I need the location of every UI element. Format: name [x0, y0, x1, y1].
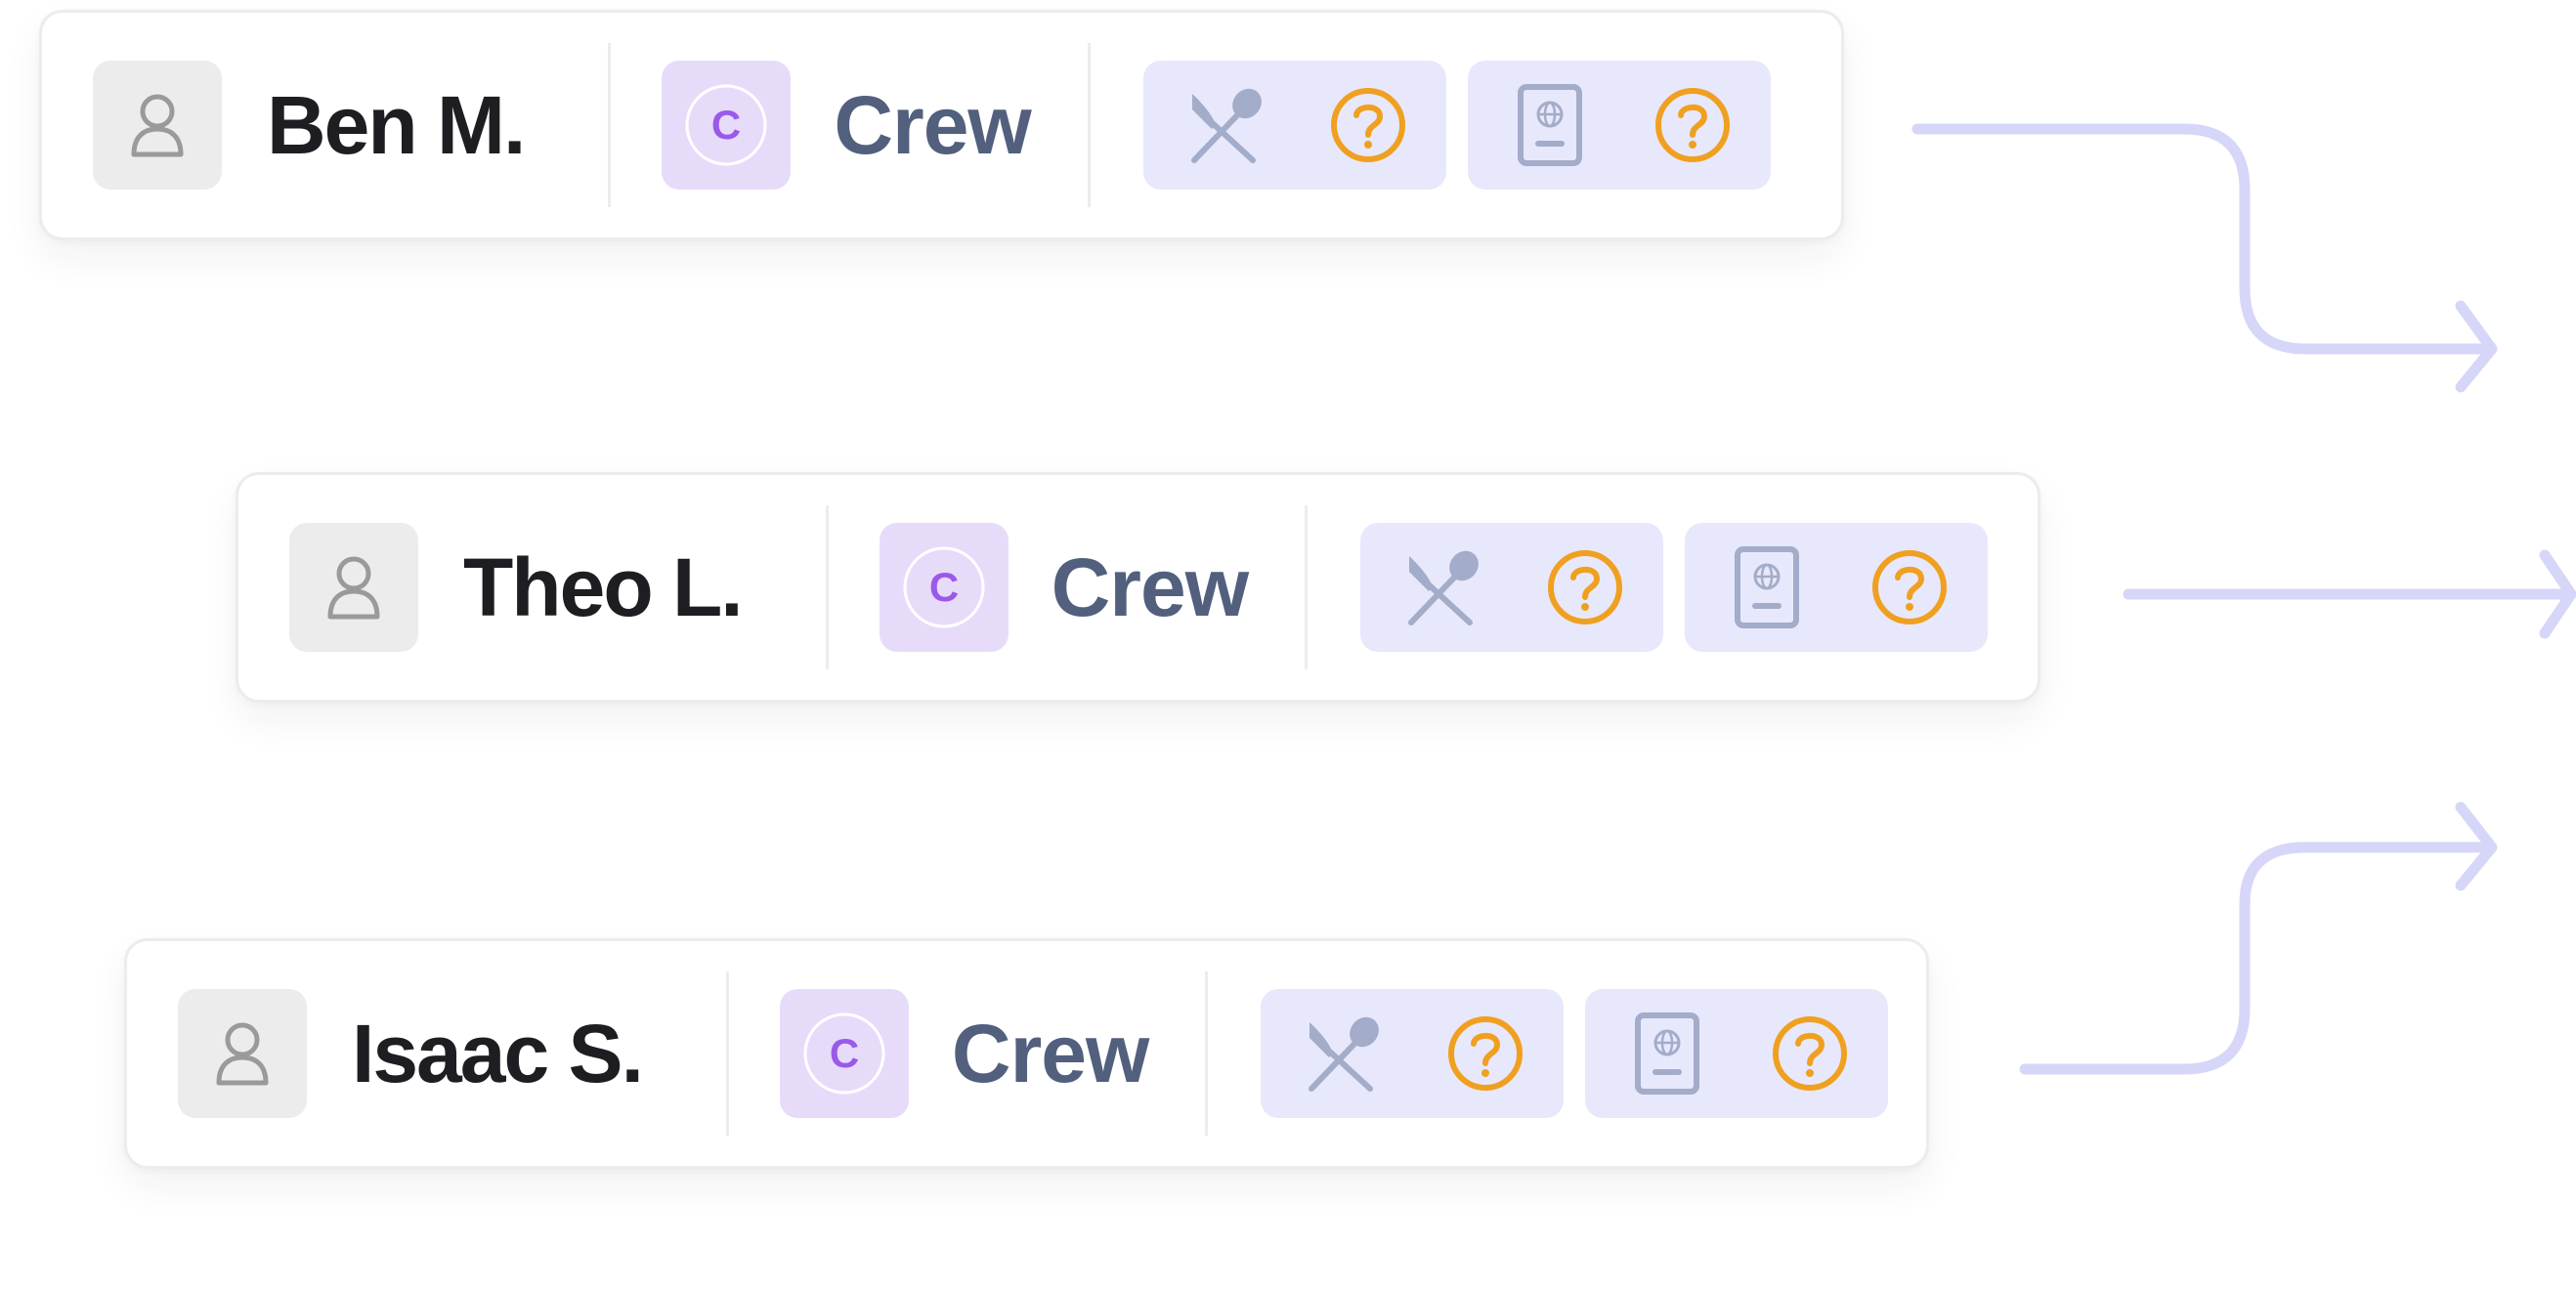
connector-arrow-3	[2019, 801, 2498, 1075]
crew-list: Ben M. C Crew Theo L. C Crew Isaac S. C …	[0, 0, 2576, 1291]
connector-arrow-2	[2123, 549, 2576, 639]
connector-arrows	[1911, 123, 2576, 1075]
connector-arrow-1	[1911, 123, 2498, 393]
